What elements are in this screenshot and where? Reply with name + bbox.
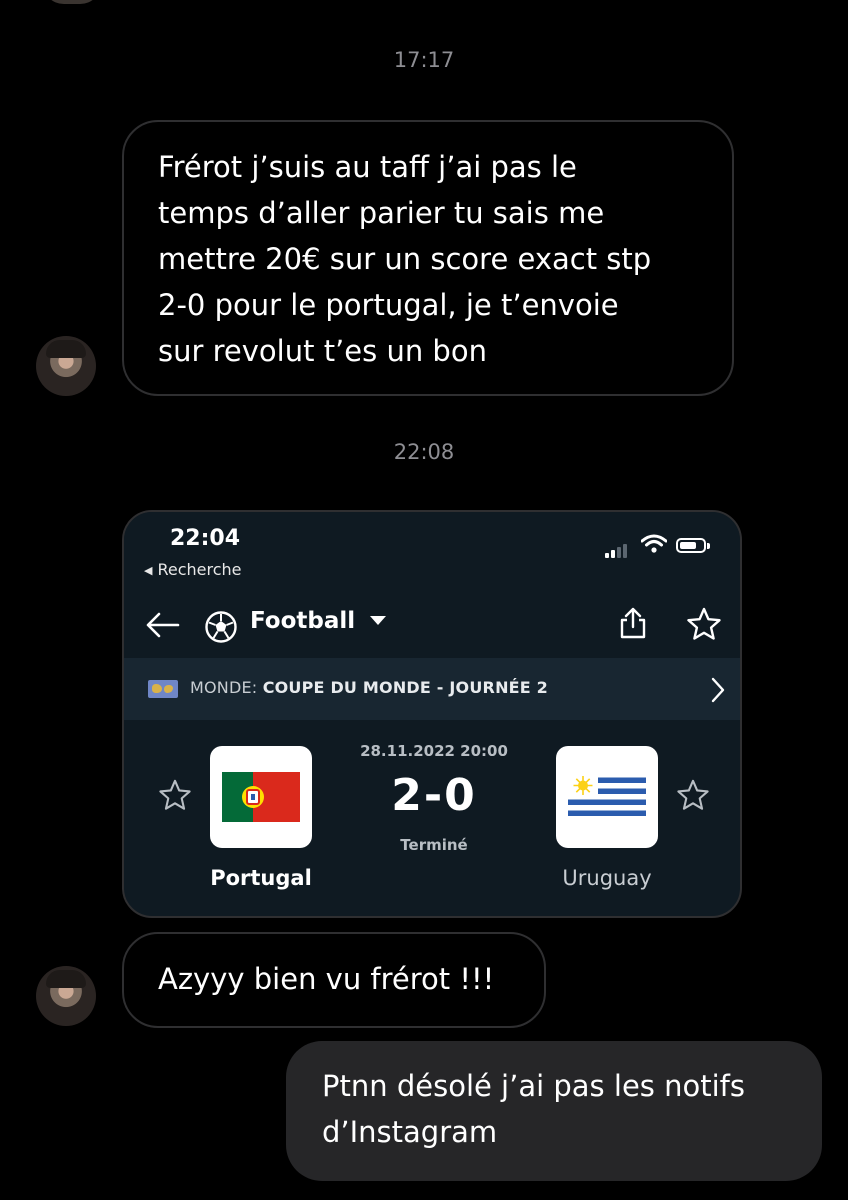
uruguay-flag-icon	[568, 772, 646, 822]
message-bubble-outgoing[interactable]: Ptnn désolé j’ai pas les notifs d’Instag…	[286, 1041, 822, 1181]
soccer-ball-icon	[205, 611, 237, 643]
wifi-icon	[641, 534, 667, 553]
back-to-search-link: ◀ Recherche	[144, 560, 242, 579]
screenshot-nav-bar: Football	[124, 596, 740, 658]
cellular-signal-icon	[605, 542, 633, 558]
star-outline-icon	[677, 779, 709, 810]
arrow-left-icon	[146, 612, 180, 638]
chevron-down-icon	[370, 616, 386, 625]
league-bar: MONDE: COUPE DU MONDE - JOURNÉE 2	[124, 658, 740, 720]
shared-screenshot-image[interactable]: 22:04 ◀ Recherche Football MONDE: COUPE …	[122, 510, 742, 918]
world-map-icon	[148, 680, 178, 698]
sport-title: Football	[250, 608, 356, 634]
message-text-line: Azyyy bien vu frérot !!!	[158, 962, 495, 996]
message-text-line: d’Instagram	[322, 1115, 498, 1149]
match-summary: Portugal 28.11.2022 20:00 2-0 Terminé Ur…	[124, 720, 740, 916]
message-text-line: sur revolut t’es un bon	[158, 334, 487, 368]
league-label: MONDE: COUPE DU MONDE - JOURNÉE 2	[190, 678, 548, 697]
message-text-line: mettre 20€ sur un score exact stp	[158, 242, 652, 276]
message-text-line: Ptnn désolé j’ai pas les notifs	[322, 1069, 745, 1103]
chevron-right-icon	[711, 677, 725, 703]
back-triangle-icon: ◀	[144, 564, 153, 577]
star-outline-icon	[687, 607, 721, 640]
league-name: COUPE DU MONDE - JOURNÉE 2	[262, 678, 549, 697]
share-icon	[620, 607, 646, 639]
away-team-logo	[556, 746, 658, 848]
status-time: 22:04	[170, 526, 241, 551]
previous-avatar-fragment	[42, 0, 102, 4]
battery-icon	[676, 538, 710, 553]
screenshot-status-bar: 22:04 ◀ Recherche	[124, 512, 740, 596]
message-bubble-incoming[interactable]: Azyyy bien vu frérot !!!	[122, 932, 546, 1028]
sender-avatar[interactable]	[36, 966, 96, 1026]
message-text-line: temps d’aller parier tu sais me	[158, 196, 605, 230]
sender-avatar[interactable]	[36, 336, 96, 396]
back-label: Recherche	[157, 560, 242, 579]
timestamp: 17:17	[393, 48, 455, 72]
home-team-name: Portugal	[210, 866, 312, 890]
league-prefix: MONDE:	[190, 678, 258, 697]
message-text-line: Frérot j’suis au taff j’ai pas le	[158, 150, 577, 184]
message-bubble-incoming[interactable]: Frérot j’suis au taff j’ai pas le temps …	[122, 120, 734, 396]
away-team-name: Uruguay	[562, 866, 652, 890]
message-text-line: 2-0 pour le portugal, je t’envoie	[158, 288, 619, 322]
timestamp: 22:08	[393, 440, 455, 464]
